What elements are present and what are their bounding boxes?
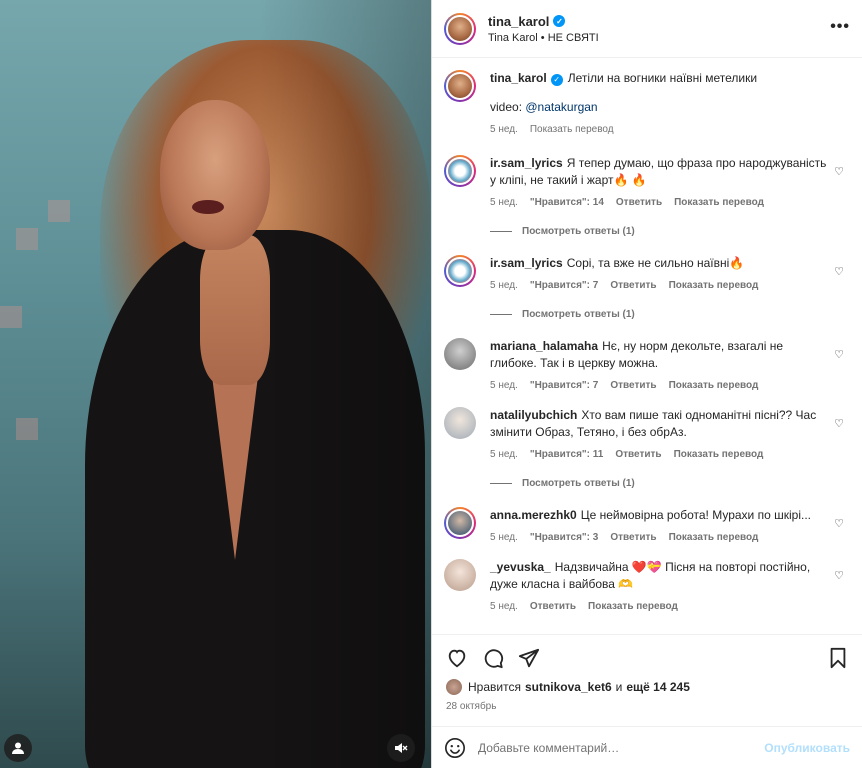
likes-and: и bbox=[615, 680, 623, 694]
caption-mention-link[interactable]: @natakurgan bbox=[525, 100, 597, 114]
translate-link[interactable]: Показать перевод bbox=[669, 380, 759, 391]
comment-time[interactable]: 5 нед. bbox=[490, 197, 518, 208]
comment-username[interactable]: ir.sam_lyrics bbox=[490, 256, 563, 270]
like-comment-heart-icon[interactable]: ♡ bbox=[834, 517, 844, 530]
like-heart-icon[interactable] bbox=[446, 647, 468, 669]
add-comment-bar: Опубликовать bbox=[432, 726, 862, 768]
comment-likes[interactable]: "Нравится": 14 bbox=[530, 197, 604, 208]
emoji-smiley-icon[interactable] bbox=[444, 737, 466, 759]
comment-username[interactable]: anna.merezhk0 bbox=[490, 508, 577, 522]
post-footer: Нравится sutnikova_ket6 и ещё 14 245 28 … bbox=[432, 634, 862, 768]
comment-likes[interactable]: "Нравится": 3 bbox=[530, 532, 599, 543]
liker-avatar bbox=[446, 679, 462, 695]
author-username[interactable]: tina_karol bbox=[488, 14, 549, 29]
translate-link[interactable]: Показать перевод bbox=[669, 280, 759, 291]
caption-translate-link[interactable]: Показать перевод bbox=[530, 124, 614, 135]
reply-button[interactable]: Ответить bbox=[530, 601, 576, 612]
translate-link[interactable]: Показать перевод bbox=[588, 601, 678, 612]
likes-summary[interactable]: Нравится sutnikova_ket6 и ещё 14 245 bbox=[432, 675, 862, 695]
like-comment-heart-icon[interactable]: ♡ bbox=[834, 569, 844, 582]
comment-username[interactable]: ir.sam_lyrics bbox=[490, 156, 563, 170]
reply-button[interactable]: Ответить bbox=[615, 449, 661, 460]
caption-video-prefix: video: bbox=[490, 100, 526, 114]
likes-prefix: Нравится bbox=[468, 680, 521, 694]
comment-likes[interactable]: "Нравится": 11 bbox=[530, 449, 604, 460]
comment-time[interactable]: 5 нед. bbox=[490, 601, 518, 612]
comment-text: Це неймовірна робота! Мурахи по шкірі... bbox=[580, 508, 811, 522]
commenter-avatar[interactable] bbox=[444, 255, 476, 287]
post-media[interactable] bbox=[0, 0, 431, 768]
user-icon bbox=[12, 742, 24, 754]
post-panel: tina_karol ✓ Tina Karol • НЕ СВЯТІ ••• t… bbox=[431, 0, 862, 768]
publish-button[interactable]: Опубликовать bbox=[764, 741, 850, 755]
view-replies-button[interactable]: Посмотреть ответы (1) bbox=[490, 226, 850, 237]
like-comment-heart-icon[interactable]: ♡ bbox=[834, 265, 844, 278]
caption-username[interactable]: tina_karol bbox=[490, 71, 547, 85]
commenter-avatar[interactable] bbox=[444, 407, 476, 439]
comment-item: mariana_halamaha Нє, ну норм декольте, вз… bbox=[444, 338, 850, 391]
action-bar bbox=[432, 635, 862, 675]
comment-time[interactable]: 5 нед. bbox=[490, 380, 518, 391]
comment-time[interactable]: 5 нед. bbox=[490, 449, 518, 460]
share-paper-plane-icon[interactable] bbox=[518, 647, 540, 669]
comment-likes[interactable]: "Нравится": 7 bbox=[530, 380, 599, 391]
verified-badge-icon: ✓ bbox=[550, 73, 563, 86]
audio-subtitle[interactable]: Tina Karol • НЕ СВЯТІ bbox=[488, 32, 599, 44]
commenter-avatar[interactable] bbox=[444, 559, 476, 591]
reply-button[interactable]: Ответить bbox=[610, 380, 656, 391]
more-options-icon[interactable]: ••• bbox=[830, 18, 850, 36]
commenter-avatar[interactable] bbox=[444, 155, 476, 187]
translate-link[interactable]: Показать перевод bbox=[674, 197, 764, 208]
view-replies-button[interactable]: Посмотреть ответы (1) bbox=[490, 478, 850, 489]
comment-username[interactable]: natalilyubchich bbox=[490, 408, 577, 422]
author-avatar[interactable] bbox=[444, 12, 476, 45]
like-comment-heart-icon[interactable]: ♡ bbox=[834, 348, 844, 361]
comment-bubble-icon[interactable] bbox=[482, 647, 504, 669]
like-comment-heart-icon[interactable]: ♡ bbox=[834, 417, 844, 430]
commenter-avatar[interactable] bbox=[444, 507, 476, 539]
comment-likes[interactable]: "Нравится": 7 bbox=[530, 280, 599, 291]
commenter-avatar[interactable] bbox=[444, 338, 476, 370]
comment-username[interactable]: mariana_halamaha bbox=[490, 339, 598, 353]
author-avatar[interactable] bbox=[444, 70, 476, 102]
comment-text: Сорі, та вже не сильно наївні🔥 bbox=[566, 256, 745, 270]
comment-input[interactable] bbox=[478, 740, 765, 755]
mute-button[interactable] bbox=[387, 734, 415, 762]
reply-button[interactable]: Ответить bbox=[610, 280, 656, 291]
like-comment-heart-icon[interactable]: ♡ bbox=[834, 165, 844, 178]
post-header: tina_karol ✓ Tina Karol • НЕ СВЯТІ ••• bbox=[432, 0, 862, 58]
caption-time[interactable]: 5 нед. bbox=[490, 124, 518, 135]
post-caption: tina_karol ✓ Летіли на вогники наївні мете… bbox=[444, 70, 850, 135]
comment-item: _yevuska_ Надзвичайна ❤️💝 Пісня на повтор… bbox=[444, 559, 850, 612]
muted-speaker-icon bbox=[395, 743, 408, 753]
bookmark-icon[interactable] bbox=[828, 647, 848, 669]
comment-time[interactable]: 5 нед. bbox=[490, 532, 518, 543]
tagged-users-button[interactable] bbox=[4, 734, 32, 762]
comments-list[interactable]: tina_karol ✓ Летіли на вогники наївні мете… bbox=[432, 58, 862, 634]
comment-item: ir.sam_lyrics Я тепер думаю, що фраза про… bbox=[444, 155, 850, 208]
translate-link[interactable]: Показать перевод bbox=[669, 532, 759, 543]
verified-badge-icon: ✓ bbox=[553, 15, 566, 27]
view-replies-button[interactable]: Посмотреть ответы (1) bbox=[490, 309, 850, 320]
liker-username[interactable]: sutnikova_ket6 bbox=[525, 680, 612, 694]
likes-count[interactable]: ещё 14 245 bbox=[626, 680, 690, 694]
media-shade bbox=[0, 0, 431, 768]
reply-button[interactable]: Ответить bbox=[610, 532, 656, 543]
translate-link[interactable]: Показать перевод bbox=[674, 449, 764, 460]
comment-item: ir.sam_lyrics Сорі, та вже не сильно наїв… bbox=[444, 255, 850, 291]
comment-item: anna.merezhk0 Це неймовірна робота! Мурах… bbox=[444, 507, 850, 543]
caption-text: Летіли на вогники наївні метелики bbox=[567, 71, 758, 85]
reply-button[interactable]: Ответить bbox=[616, 197, 662, 208]
comment-username[interactable]: _yevuska_ bbox=[490, 560, 551, 574]
comment-time[interactable]: 5 нед. bbox=[490, 280, 518, 291]
post-date[interactable]: 28 октябрь bbox=[432, 695, 862, 712]
comment-item: natalilyubchich Хто вам пише такі одноман… bbox=[444, 407, 850, 460]
